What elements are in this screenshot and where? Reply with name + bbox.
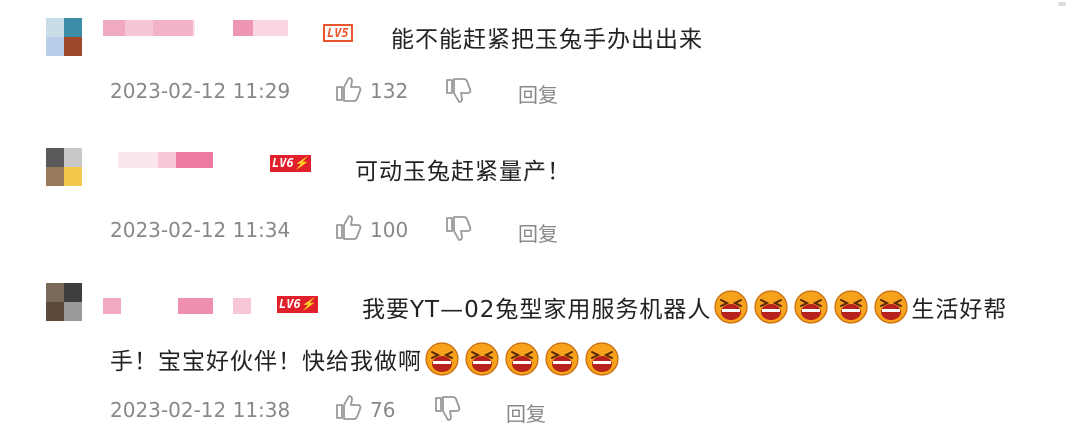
laughing-crying-emoji-icon bbox=[834, 290, 869, 324]
laughing-crying-emoji-icon bbox=[794, 290, 829, 324]
like-count: 76 bbox=[370, 398, 396, 422]
avatar[interactable] bbox=[46, 148, 82, 186]
laughing-crying-emoji-icon bbox=[874, 290, 909, 324]
thumbs-down-icon[interactable] bbox=[445, 216, 473, 244]
timestamp: 2023-02-12 11:34 bbox=[110, 218, 291, 242]
laughing-crying-emoji-icon bbox=[465, 342, 499, 376]
level-badge: LV5 bbox=[323, 24, 353, 42]
thumbs-up-icon[interactable] bbox=[335, 394, 363, 422]
comment-text-line2: 手！宝宝好伙伴！快给我做啊 bbox=[110, 342, 622, 376]
laughing-crying-emoji-icon bbox=[754, 290, 789, 324]
timestamp: 2023-02-12 11:29 bbox=[110, 79, 291, 103]
reply-button[interactable]: 回复 bbox=[506, 398, 546, 427]
corner-indicator bbox=[1058, 2, 1066, 6]
avatar[interactable] bbox=[46, 18, 82, 56]
level-badge: LV6⚡ bbox=[277, 296, 318, 313]
comment-text-line1: 我要YT—02兔型家用服务机器人 生活好帮 bbox=[362, 290, 1007, 324]
comment-text: 可动玉兔赶紧量产！ bbox=[355, 159, 571, 185]
comment-text: 能不能赶紧把玉兔手办出出来 bbox=[391, 27, 703, 53]
thumbs-down-icon[interactable] bbox=[445, 78, 473, 106]
avatar[interactable] bbox=[46, 283, 82, 321]
like-count: 132 bbox=[370, 79, 409, 103]
reply-button[interactable]: 回复 bbox=[518, 79, 558, 108]
laughing-crying-emoji-icon bbox=[505, 342, 539, 376]
comment-text-continued: 生活好帮 bbox=[911, 297, 1008, 323]
laughing-crying-emoji-icon bbox=[714, 290, 749, 324]
timestamp: 2023-02-12 11:38 bbox=[110, 398, 291, 422]
comment-text: 手！宝宝好伙伴！快给我做啊 bbox=[110, 349, 422, 375]
laughing-crying-emoji-icon bbox=[545, 342, 579, 376]
level-badge: LV6⚡ bbox=[270, 155, 311, 172]
laughing-crying-emoji-icon bbox=[425, 342, 459, 376]
thumbs-up-icon[interactable] bbox=[335, 214, 363, 242]
comment-text: 我要YT—02兔型家用服务机器人 bbox=[362, 297, 712, 323]
thumbs-down-icon[interactable] bbox=[434, 396, 462, 424]
thumbs-up-icon[interactable] bbox=[335, 76, 363, 104]
like-count: 100 bbox=[370, 218, 409, 242]
laughing-crying-emoji-icon bbox=[585, 342, 619, 376]
reply-button[interactable]: 回复 bbox=[518, 218, 558, 247]
